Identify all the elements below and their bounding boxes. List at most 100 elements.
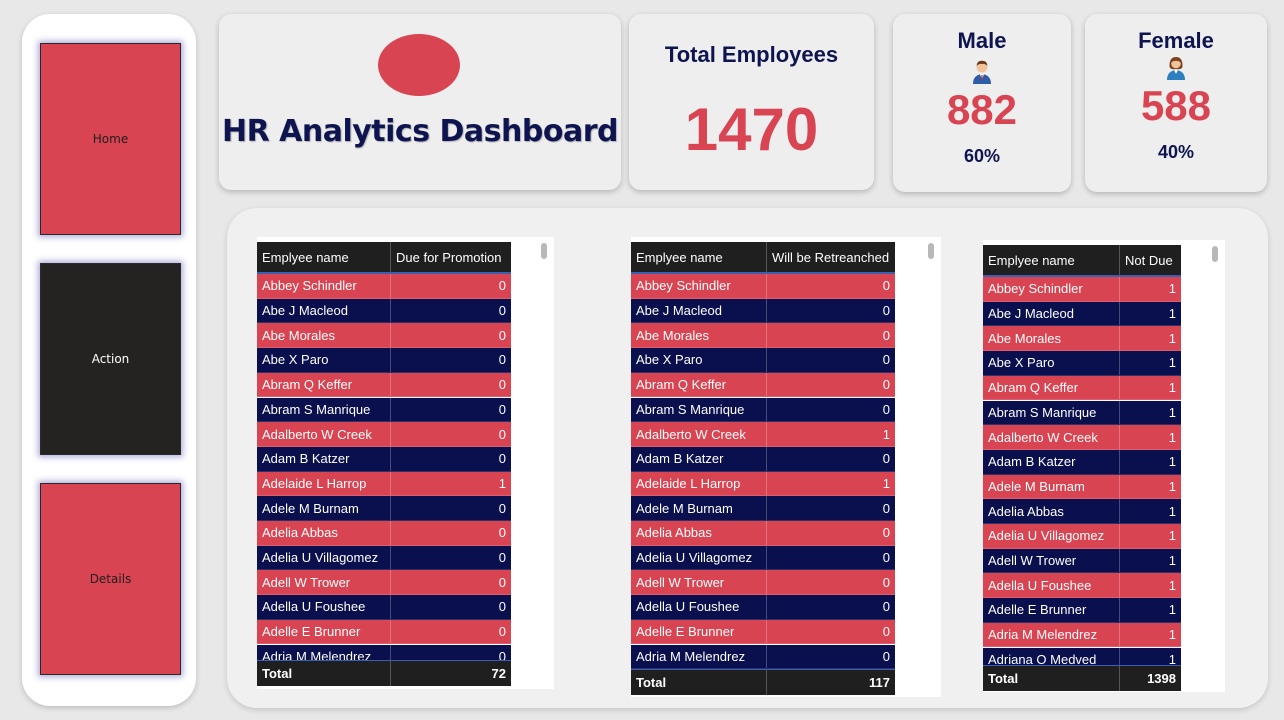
table-row[interactable]: Adella U Foushee 1 <box>983 573 1181 599</box>
table-row[interactable]: Adalberto W Creek 1 <box>983 425 1181 450</box>
table-row[interactable]: Abbey Schindler 0 <box>631 274 895 299</box>
table-row[interactable]: Adell W Trower 1 <box>983 548 1181 574</box>
value-cell: 0 <box>882 525 890 541</box>
table-row[interactable]: Abe J Macleod 0 <box>257 298 511 324</box>
table-row[interactable]: Adria M Melendrez 0 <box>631 644 895 669</box>
employee-name-cell: Abram Q Keffer <box>631 372 767 397</box>
page-title: HR Analytics Dashboard <box>222 114 618 149</box>
table-row[interactable]: Abram S Manrique 0 <box>257 397 511 423</box>
table-row[interactable]: Adelia Abbas 0 <box>257 521 511 546</box>
table-row[interactable]: Adella U Foushee 0 <box>257 595 511 620</box>
table-row[interactable]: Adelia U Villagomez 0 <box>631 545 895 571</box>
value-cell: 0 <box>498 525 506 541</box>
total-label: Total <box>631 670 767 695</box>
header-will-be-retrenched[interactable]: Will be Retreanched <box>767 242 895 272</box>
header-employee-name[interactable]: Emplyee name <box>257 242 391 272</box>
table-row[interactable]: Adam B Katzer 0 <box>631 446 895 472</box>
table-row[interactable]: Abram Q Keffer 0 <box>257 372 511 398</box>
scrollbar-thumb[interactable] <box>928 243 934 259</box>
table-row[interactable]: Adele M Burnam 0 <box>257 496 511 521</box>
table-row[interactable]: Abbey Schindler 1 <box>983 277 1181 302</box>
table-row[interactable]: Abe X Paro 0 <box>631 348 895 373</box>
scrollbar-thumb[interactable] <box>1212 246 1218 262</box>
total-employees-label: Total Employees <box>664 42 839 67</box>
table-row[interactable]: Abe X Paro 1 <box>983 351 1181 376</box>
table-row[interactable]: Adele M Burnam 0 <box>631 496 895 521</box>
employee-name-cell: Adria M Melendrez <box>257 644 391 660</box>
table-row[interactable]: Adelia U Villagomez 1 <box>983 524 1181 549</box>
table-total-row: Total 72 <box>257 660 511 686</box>
value-cell: 0 <box>882 648 890 664</box>
table-row[interactable]: Adria M Melendrez 0 <box>257 644 511 660</box>
employee-name-cell: Adelaide L Harrop <box>257 471 391 496</box>
table-header: Emplyee name Will be Retreanched <box>631 242 895 274</box>
table-row[interactable]: Abe Morales 0 <box>631 323 895 349</box>
scrollbar-thumb[interactable] <box>541 243 547 259</box>
value-cell: 0 <box>882 401 890 417</box>
table-row[interactable]: Adriana O Medved 1 <box>983 647 1181 665</box>
value-cell: 1 <box>1168 602 1176 618</box>
employee-name-cell: Adell W Trower <box>631 570 767 595</box>
retrenchment-table[interactable]: Emplyee name Will be Retreanched Abbey S… <box>631 237 941 697</box>
value-cell: 0 <box>498 426 506 442</box>
table-row[interactable]: Abe Morales 1 <box>983 326 1181 352</box>
table-row[interactable]: Adelaide L Harrop 1 <box>257 471 511 497</box>
table-row[interactable]: Abram S Manrique 1 <box>983 400 1181 426</box>
table-row[interactable]: Abe X Paro 0 <box>257 348 511 373</box>
table-row[interactable]: Abe J Macleod 0 <box>631 298 895 324</box>
table-row[interactable]: Adell W Trower 0 <box>257 570 511 596</box>
table-row[interactable]: Adelle E Brunner 0 <box>257 619 511 645</box>
table-row[interactable]: Abram Q Keffer 1 <box>983 375 1181 401</box>
value-cell: 1 <box>1168 454 1176 470</box>
header-due-for-promotion[interactable]: Due for Promotion <box>391 242 511 272</box>
promotion-table[interactable]: Emplyee name Due for Promotion Abbey Sch… <box>257 237 554 689</box>
header-employee-name[interactable]: Emplyee name <box>631 242 767 272</box>
total-value: 117 <box>869 675 890 690</box>
table-row[interactable]: Abe J Macleod 1 <box>983 301 1181 327</box>
value-cell: 1 <box>1168 627 1176 643</box>
value-cell: 1 <box>1168 503 1176 519</box>
employee-name-cell: Abbey Schindler <box>983 277 1120 301</box>
employee-name-cell: Adelle E Brunner <box>983 598 1120 622</box>
table-row[interactable]: Adella U Foushee 0 <box>631 595 895 620</box>
employee-name-cell: Adalberto W Creek <box>257 422 391 446</box>
table-row[interactable]: Abe Morales 0 <box>257 323 511 349</box>
table-row[interactable]: Adelaide L Harrop 1 <box>631 471 895 497</box>
table-row[interactable]: Adelia Abbas 0 <box>631 521 895 546</box>
header-not-due[interactable]: Not Due <box>1120 245 1181 275</box>
value-cell: 0 <box>882 574 890 590</box>
table-row[interactable]: Abram Q Keffer 0 <box>631 372 895 398</box>
table-row[interactable]: Adria M Melendrez 1 <box>983 622 1181 648</box>
details-button[interactable]: Details <box>40 483 181 675</box>
table-header: Emplyee name Due for Promotion <box>257 242 511 274</box>
table-row[interactable]: Abbey Schindler 0 <box>257 274 511 299</box>
table-row[interactable]: Adam B Katzer 0 <box>257 446 511 472</box>
employee-name-cell: Adam B Katzer <box>983 449 1120 474</box>
action-button[interactable]: Action <box>40 263 181 455</box>
female-percent: 40% <box>1157 142 1195 162</box>
header-employee-name[interactable]: Emplyee name <box>983 245 1120 275</box>
table-row[interactable]: Adelle E Brunner 1 <box>983 598 1181 623</box>
table-row[interactable]: Adele M Burnam 1 <box>983 474 1181 500</box>
value-cell: 1 <box>1168 404 1176 420</box>
value-cell: 0 <box>498 624 506 640</box>
table-row[interactable]: Adelle E Brunner 0 <box>631 619 895 645</box>
value-cell: 0 <box>498 599 506 615</box>
value-cell: 0 <box>498 451 506 467</box>
details-button-label: Details <box>89 572 132 586</box>
table-row[interactable]: Adell W Trower 0 <box>631 570 895 596</box>
table-row[interactable]: Abram S Manrique 0 <box>631 397 895 423</box>
employee-name-cell: Adele M Burnam <box>631 496 767 520</box>
not-due-table[interactable]: Emplyee name Not Due Abbey Schindler 1 Abe… <box>983 240 1225 692</box>
table-row[interactable]: Adelia U Villagomez 0 <box>257 545 511 571</box>
employee-name-cell: Adell W Trower <box>983 548 1120 573</box>
employee-name-cell: Abe J Macleod <box>983 301 1120 326</box>
table-row[interactable]: Adalberto W Creek 1 <box>631 422 895 447</box>
value-cell: 0 <box>498 327 506 343</box>
table-row[interactable]: Adam B Katzer 1 <box>983 449 1181 475</box>
table-row[interactable]: Adalberto W Creek 0 <box>257 422 511 447</box>
employee-name-cell: Adella U Foushee <box>983 573 1120 598</box>
female-person-icon <box>1167 57 1185 80</box>
table-row[interactable]: Adelia Abbas 1 <box>983 499 1181 524</box>
home-button[interactable]: Home <box>40 43 181 235</box>
